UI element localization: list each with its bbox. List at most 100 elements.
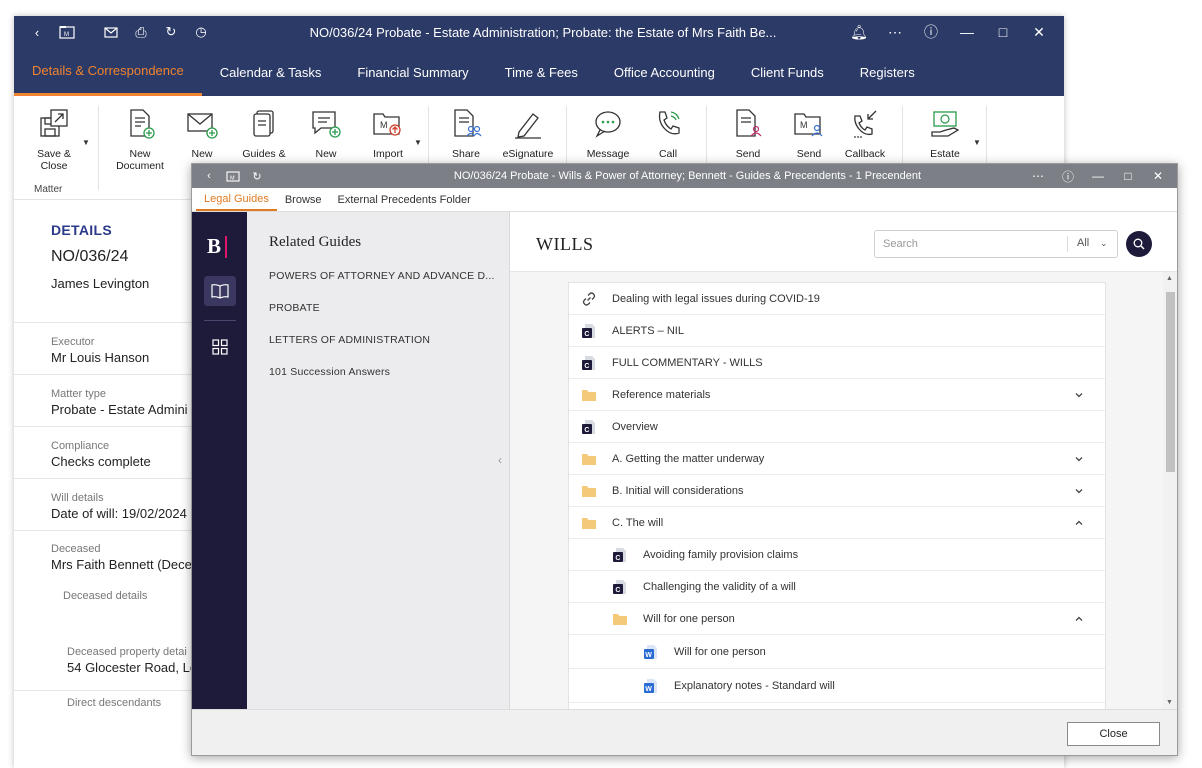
- tab-external-precedents[interactable]: External Precedents Folder: [330, 188, 479, 211]
- field-value: Checks complete: [51, 454, 151, 469]
- print-icon[interactable]: ⎙: [128, 20, 154, 44]
- details-heading: DETAILS: [51, 222, 112, 238]
- tab-financial-summary[interactable]: Financial Summary: [339, 48, 486, 96]
- related-guide-link[interactable]: PROBATE: [269, 302, 501, 314]
- rail-divider: [204, 320, 236, 321]
- new-message-button[interactable]: New: [296, 108, 356, 160]
- tree-item-row[interactable]: C Avoiding family provision claims: [569, 539, 1105, 571]
- more-options-icon[interactable]: ⋯: [1023, 165, 1053, 187]
- new-document-button[interactable]: New Document: [110, 108, 170, 172]
- field-will-details[interactable]: Will details Date of will: 19/02/2024: [14, 478, 204, 530]
- field-deceased-details[interactable]: Deceased details: [14, 582, 204, 638]
- scroll-down-icon[interactable]: ▼: [1166, 699, 1173, 706]
- field-label: Compliance: [51, 440, 110, 452]
- scrollbar[interactable]: ▲ ▼: [1163, 272, 1177, 709]
- tree-item-row[interactable]: C FULL COMMENTARY - WILLS: [569, 347, 1105, 379]
- import-button[interactable]: M Import: [358, 108, 418, 160]
- chevron-down-icon[interactable]: [1073, 453, 1085, 465]
- search-filter-select[interactable]: All: [1077, 237, 1089, 249]
- tree-folder-row[interactable]: C. The will: [569, 507, 1105, 539]
- chevron-down-icon[interactable]: [1073, 485, 1085, 497]
- svg-text:C: C: [584, 427, 589, 434]
- minimize-icon[interactable]: —: [950, 19, 984, 45]
- phone-icon: [658, 111, 680, 135]
- tab-office-accounting[interactable]: Office Accounting: [596, 48, 733, 96]
- tree-item-row[interactable]: W Explanatory notes - Standard will: [569, 669, 1105, 703]
- minimize-icon[interactable]: —: [1083, 165, 1113, 187]
- tree-folder-row[interactable]: Will for one person: [569, 603, 1105, 635]
- rail-guides-button[interactable]: [204, 276, 236, 306]
- back-icon[interactable]: ‹: [198, 166, 220, 186]
- tree-folder-row[interactable]: Reference materials: [569, 379, 1105, 411]
- chevron-up-icon[interactable]: [1073, 517, 1085, 529]
- save-dropdown-icon[interactable]: ▼: [82, 138, 90, 147]
- tree-item-row[interactable]: C Overview: [569, 411, 1105, 443]
- close-window-icon[interactable]: ✕: [1143, 165, 1173, 187]
- back-icon[interactable]: ‹: [24, 20, 50, 44]
- help-icon[interactable]: ⓘ: [914, 19, 948, 45]
- esignature-button[interactable]: eSignature: [498, 108, 558, 160]
- close-window-icon[interactable]: ✕: [1022, 19, 1056, 45]
- chevron-down-icon[interactable]: ⌄: [1100, 238, 1108, 249]
- chevron-up-icon[interactable]: [1073, 613, 1085, 625]
- chevron-down-icon[interactable]: [1073, 389, 1085, 401]
- tab-calendar-tasks[interactable]: Calendar & Tasks: [202, 48, 340, 96]
- collapse-panel-icon[interactable]: ‹: [498, 453, 502, 467]
- email-icon[interactable]: [98, 20, 124, 44]
- tab-registers[interactable]: Registers: [842, 48, 933, 96]
- field-compliance[interactable]: Compliance Checks complete: [14, 426, 204, 478]
- tree-folder-row[interactable]: A. Getting the matter underway: [569, 443, 1105, 475]
- tab-legal-guides[interactable]: Legal Guides: [196, 188, 277, 211]
- related-guide-link[interactable]: POWERS OF ATTORNEY AND ADVANCE D...: [269, 270, 501, 282]
- field-direct-descendants[interactable]: Direct descendants: [14, 690, 204, 742]
- refresh-icon[interactable]: ↻: [246, 166, 268, 186]
- tab-time-fees[interactable]: Time & Fees: [487, 48, 596, 96]
- tree-item-label: Challenging the validity of a will: [643, 581, 796, 593]
- message-button[interactable]: Message: [578, 108, 638, 160]
- estate-button[interactable]: Estate: [915, 108, 975, 160]
- related-guide-link[interactable]: LETTERS OF ADMINISTRATION: [269, 334, 501, 346]
- field-executor[interactable]: Executor Mr Louis Hanson: [14, 322, 204, 374]
- refresh-icon[interactable]: ↻: [158, 20, 184, 44]
- tab-browse[interactable]: Browse: [277, 188, 330, 211]
- search-button[interactable]: [1126, 231, 1152, 257]
- more-options-icon[interactable]: ⋯: [878, 19, 912, 45]
- maximize-icon[interactable]: □: [986, 19, 1020, 45]
- field-deceased[interactable]: Deceased Mrs Faith Bennett (Dece: [14, 530, 204, 582]
- help-icon[interactable]: ⓘ: [1053, 165, 1083, 187]
- new-email-button[interactable]: New: [172, 108, 232, 160]
- tree-item-row[interactable]: C Challenging the validity of a will: [569, 571, 1105, 603]
- dialog-titlebar: ‹ M ↻ NO/036/24 Probate - Wills & Power …: [192, 164, 1177, 188]
- guides-button[interactable]: Guides &: [234, 108, 294, 160]
- close-button[interactable]: Close: [1067, 722, 1160, 746]
- import-dropdown-icon[interactable]: ▼: [414, 138, 422, 147]
- tree-item-label: ALERTS – NIL: [612, 325, 684, 337]
- timer-icon[interactable]: ◷: [188, 20, 214, 44]
- client-name[interactable]: James Levington: [51, 276, 149, 291]
- estate-dropdown-icon[interactable]: ▼: [973, 138, 981, 147]
- send-matter-button[interactable]: M Send: [779, 108, 839, 160]
- field-matter-type[interactable]: Matter type Probate - Estate Admini: [14, 374, 204, 426]
- scroll-up-icon[interactable]: ▲: [1166, 275, 1173, 282]
- matter-folder-icon[interactable]: M: [222, 166, 244, 186]
- maximize-icon[interactable]: □: [1113, 165, 1143, 187]
- tab-details-correspondence[interactable]: Details & Correspondence: [14, 48, 202, 96]
- related-guide-link[interactable]: 101 Succession Answers: [269, 366, 501, 378]
- scrollbar-thumb[interactable]: [1166, 292, 1175, 472]
- rail-apps-button[interactable]: [204, 332, 236, 362]
- share-button[interactable]: Share: [436, 108, 496, 160]
- matter-folder-icon[interactable]: M: [54, 20, 80, 44]
- field-value: 54 Glocester Road, Lo: [67, 660, 198, 675]
- tab-client-funds[interactable]: Client Funds: [733, 48, 842, 96]
- send-document-button[interactable]: Send: [718, 108, 778, 160]
- tree-item-row[interactable]: W Will for one person: [569, 635, 1105, 669]
- call-button[interactable]: Call: [638, 108, 698, 160]
- notification-bell-icon[interactable]: 🔔︎: [842, 19, 876, 45]
- save-close-button[interactable]: Save & Close: [24, 108, 84, 172]
- tree-folder-row[interactable]: B. Initial will considerations: [569, 475, 1105, 507]
- field-deceased-property[interactable]: Deceased property detai 54 Glocester Roa…: [14, 638, 204, 690]
- tree-item-row[interactable]: Dealing with legal issues during COVID-1…: [569, 283, 1105, 315]
- callback-button[interactable]: Callback: [835, 108, 895, 160]
- tree-item-row[interactable]: C ALERTS – NIL: [569, 315, 1105, 347]
- search-input[interactable]: [875, 231, 1065, 257]
